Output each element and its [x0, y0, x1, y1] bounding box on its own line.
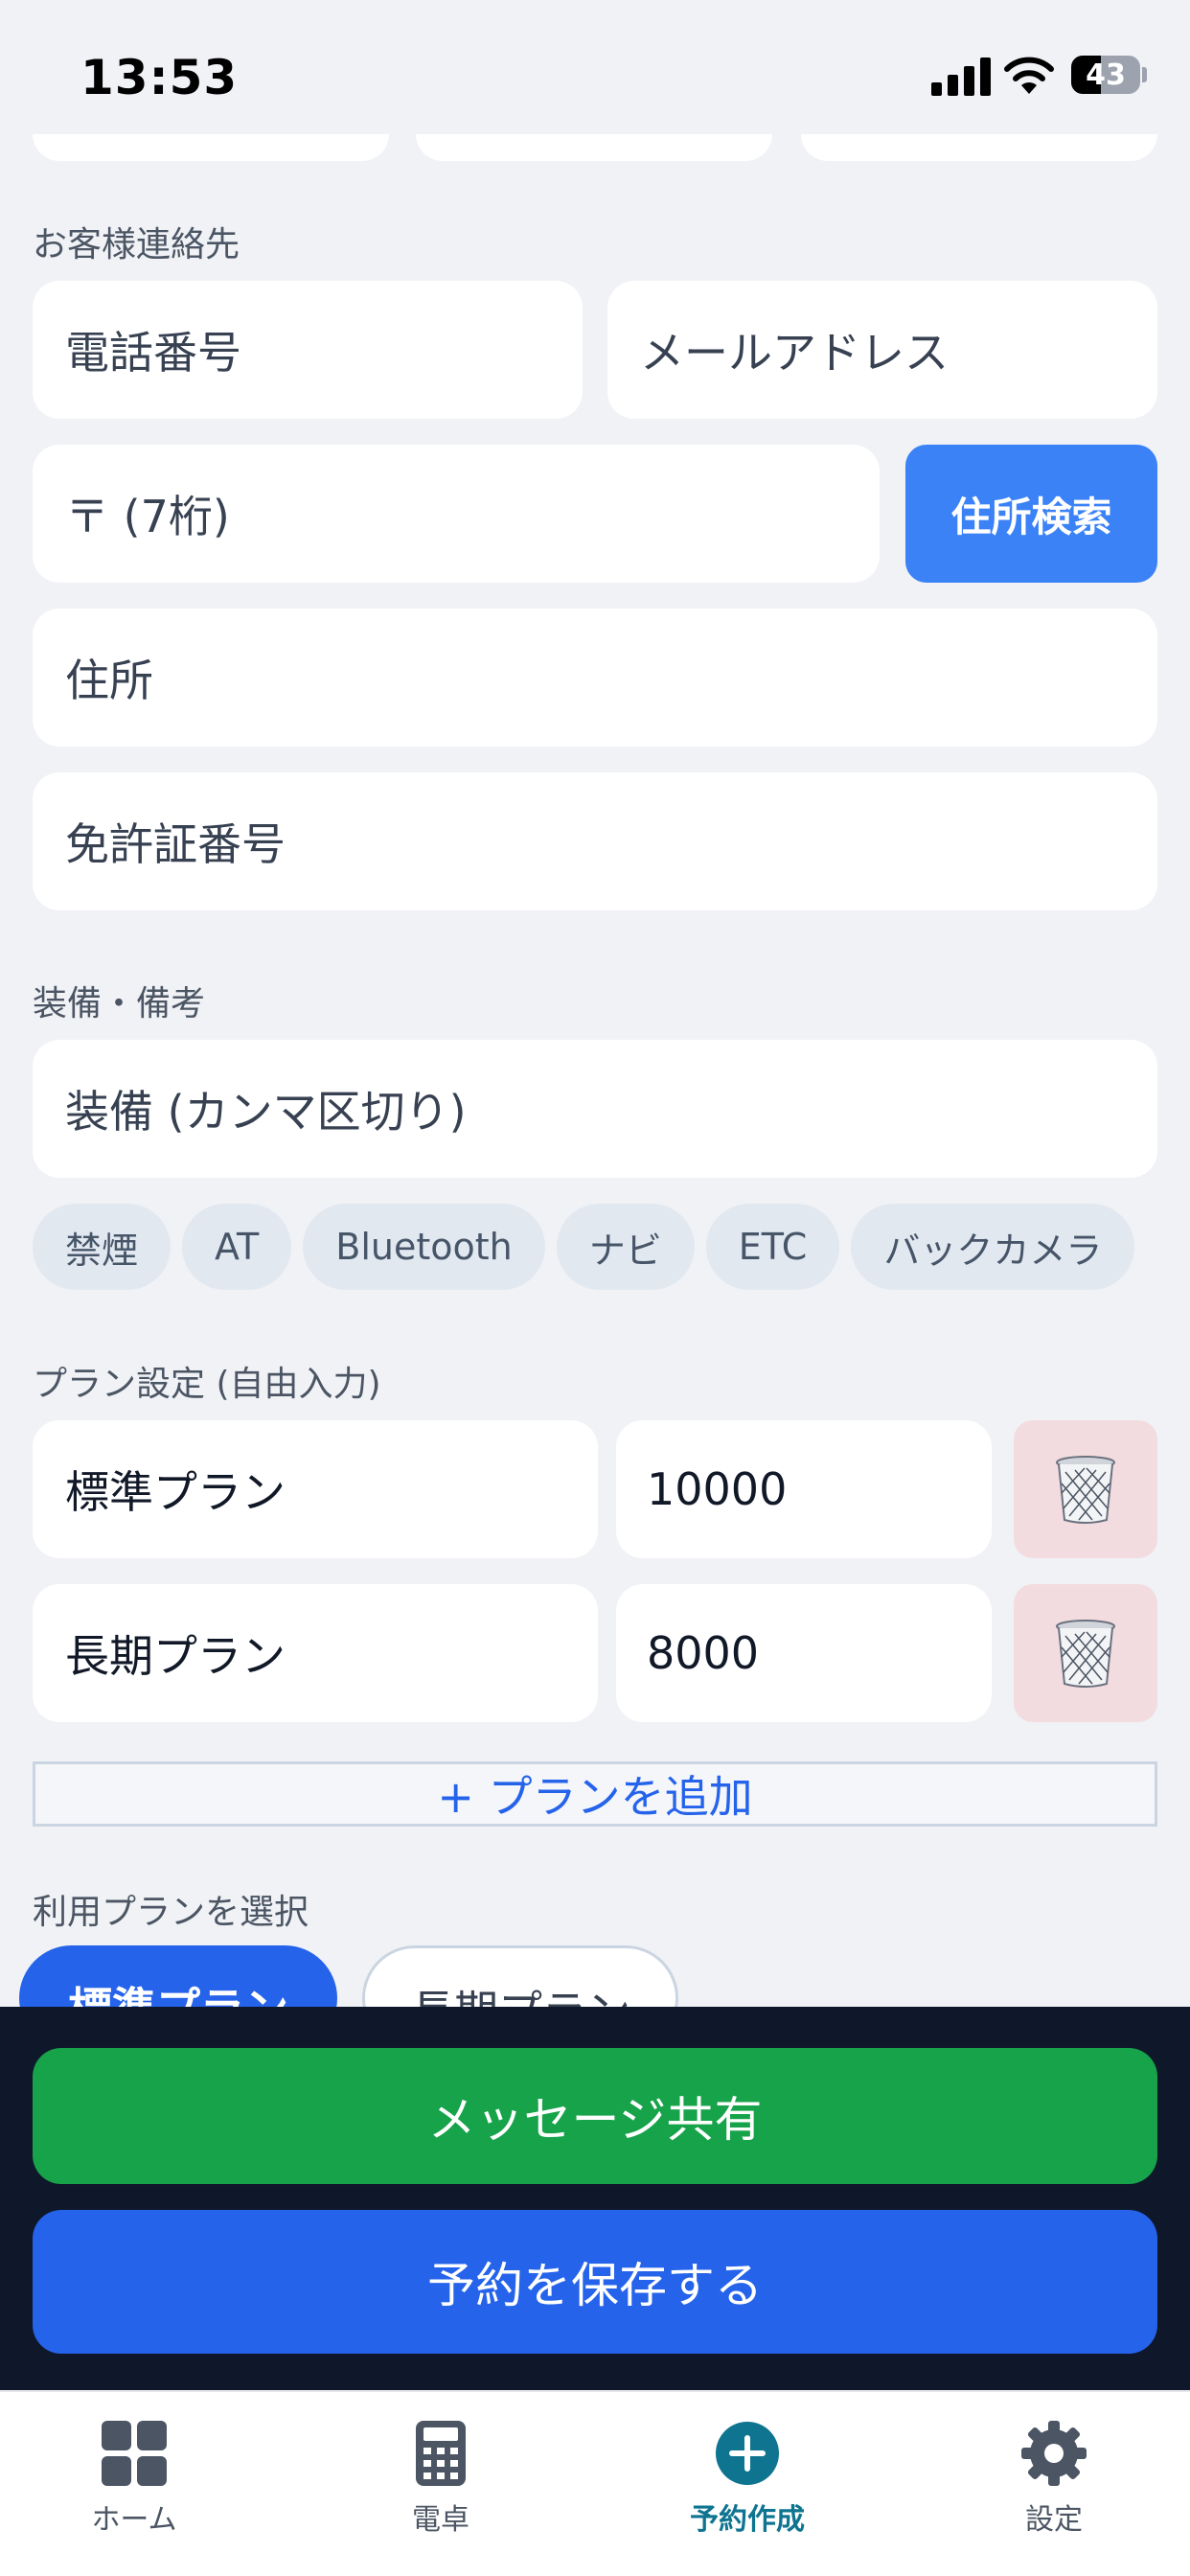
equipment-chip[interactable]: ETC — [705, 1204, 840, 1290]
add-plan-button[interactable]: + プランを追加 — [33, 1761, 1157, 1827]
tab-create-reservation[interactable]: 予約作成 — [642, 2419, 853, 2538]
plan-price-field[interactable]: 10000 — [616, 1420, 992, 1558]
battery-nub — [1142, 67, 1147, 82]
equipment-chip[interactable]: AT — [182, 1204, 292, 1290]
gear-icon — [1021, 2421, 1087, 2486]
delete-plan-button[interactable] — [1014, 1584, 1157, 1722]
card-peek — [33, 134, 389, 161]
tab-calculator[interactable]: 電卓 — [335, 2419, 546, 2538]
plan-settings-section-label: プラン設定 (自由入力) — [33, 1365, 381, 1404]
equipment-section-label: 装備・備考 — [33, 984, 206, 1024]
plan-name-field[interactable]: 長期プラン — [33, 1584, 598, 1722]
plan-select-section-label: 利用プランを選択 — [33, 1893, 309, 1932]
equipment-chip[interactable]: Bluetooth — [303, 1204, 545, 1290]
email-field[interactable]: メールアドレス — [607, 281, 1157, 419]
delete-plan-button[interactable] — [1014, 1420, 1157, 1558]
trash-icon — [1056, 1620, 1115, 1688]
equipment-chip[interactable]: バックカメラ — [851, 1204, 1135, 1290]
contact-section-label: お客様連絡先 — [33, 225, 240, 264]
grid-icon — [102, 2421, 167, 2486]
tab-settings[interactable]: 設定 — [949, 2419, 1159, 2538]
address-search-button[interactable]: 住所検索 — [905, 445, 1157, 583]
battery-level: 43 — [1086, 58, 1126, 92]
trash-icon — [1056, 1456, 1115, 1524]
equipment-chip[interactable]: 禁煙 — [33, 1204, 172, 1290]
battery-icon: 43 — [1071, 56, 1140, 94]
tab-label: ホーム — [91, 2503, 177, 2537]
save-reservation-button[interactable]: 予約を保存する — [33, 2210, 1157, 2354]
license-number-field[interactable]: 免許証番号 — [33, 772, 1157, 910]
tab-home[interactable]: ホーム — [29, 2419, 240, 2538]
postal-code-field[interactable]: 〒 (7桁) — [33, 445, 880, 583]
tab-label: 設定 — [1025, 2503, 1083, 2537]
equipment-field[interactable]: 装備 (カンマ区切り) — [33, 1040, 1157, 1178]
tab-label: 予約作成 — [690, 2503, 805, 2537]
address-field[interactable]: 住所 — [33, 609, 1157, 747]
signal-icon — [931, 56, 991, 96]
plan-name-field[interactable]: 標準プラン — [33, 1420, 598, 1558]
equipment-chip[interactable]: ナビ — [556, 1204, 695, 1290]
plus-circle-icon — [716, 2422, 779, 2485]
card-peek — [416, 134, 772, 161]
calculator-icon — [416, 2421, 466, 2486]
tab-label: 電卓 — [412, 2503, 469, 2537]
wifi-icon — [1004, 57, 1054, 94]
equipment-chip-list: 禁煙 AT Bluetooth ナビ ETC バックカメラ — [33, 1204, 1157, 1290]
phone-field[interactable]: 電話番号 — [33, 281, 583, 419]
tab-bar: ホーム 電卓 予約作成 設定 — [0, 2390, 1190, 2576]
card-peek — [801, 134, 1157, 161]
status-time: 13:53 — [80, 50, 239, 105]
share-message-button[interactable]: メッセージ共有 — [33, 2048, 1157, 2184]
plan-price-field[interactable]: 8000 — [616, 1584, 992, 1722]
